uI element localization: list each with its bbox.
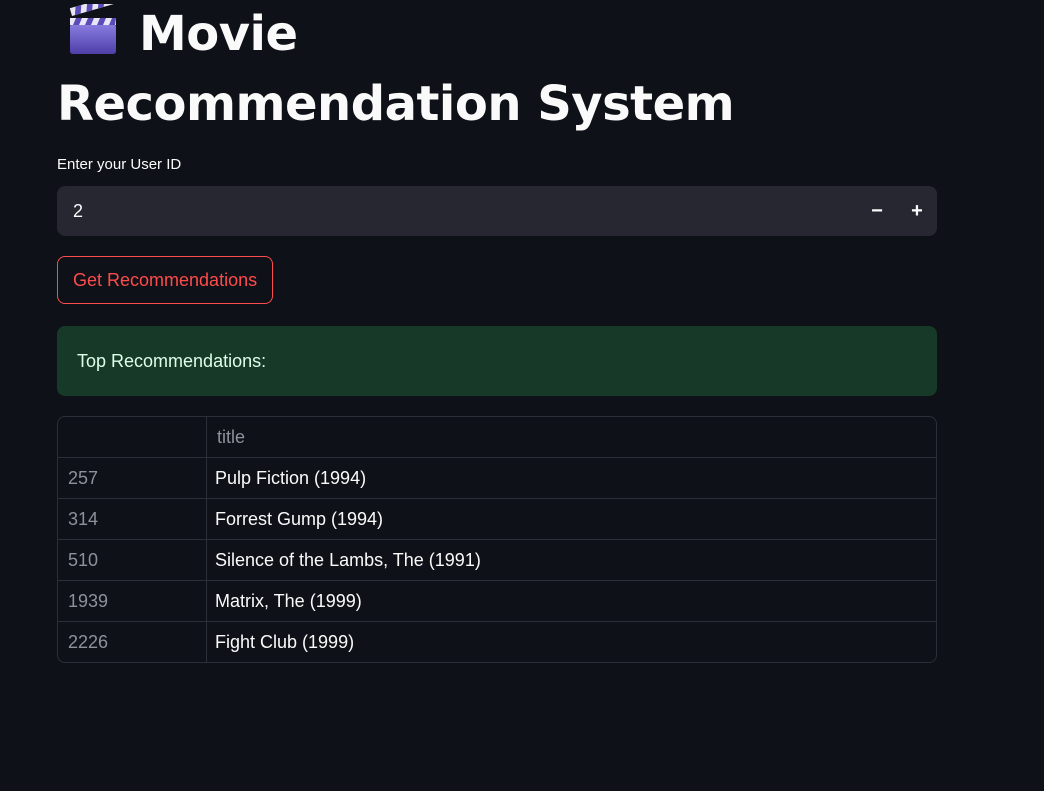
main-content: Movie Recommendation System Enter your U…: [57, 0, 937, 663]
page-title-text: Movie Recommendation System: [57, 6, 735, 132]
table-row: 314 Forrest Gump (1994): [58, 498, 936, 540]
movie-title[interactable]: Pulp Fiction (1994): [206, 457, 936, 499]
increment-button[interactable]: +: [897, 186, 937, 236]
clapper-board-icon: [67, 0, 119, 72]
table-row: 1939 Matrix, The (1999): [58, 580, 936, 622]
table-row: 2226 Fight Club (1999): [58, 621, 937, 663]
movie-title[interactable]: Fight Club (1999): [207, 622, 937, 663]
user-id-field[interactable]: [57, 199, 857, 223]
row-index: 314: [58, 498, 207, 540]
row-index: 1939: [58, 580, 207, 622]
success-alert: Top Recommendations:: [57, 326, 937, 396]
row-index: 510: [58, 539, 207, 581]
success-message: Top Recommendations:: [77, 350, 267, 371]
user-id-label: Enter your User ID: [57, 156, 182, 173]
get-recommendations-button[interactable]: Get Recommendations: [57, 256, 274, 304]
plus-icon: +: [911, 199, 923, 222]
row-index: 2226: [58, 621, 207, 662]
movie-title[interactable]: Matrix, The (1999): [206, 580, 936, 622]
decrement-button[interactable]: −: [857, 186, 897, 236]
user-id-number-input: − +: [57, 186, 937, 236]
movie-title[interactable]: Silence of the Lambs, The (1991): [206, 539, 936, 581]
movie-title[interactable]: Forrest Gump (1994): [206, 498, 936, 540]
page-title: Movie Recommendation System: [57, 0, 777, 136]
row-index: 257: [58, 457, 207, 499]
index-column-header: [58, 417, 207, 458]
table-row: 257 Pulp Fiction (1994): [58, 457, 936, 499]
recommendations-table[interactable]: title 257 Pulp Fiction (1994) 314 Forres…: [57, 416, 937, 663]
title-column-header[interactable]: title: [206, 417, 936, 458]
minus-icon: −: [871, 199, 883, 222]
table-header-row: title: [58, 417, 936, 458]
table-row: 510 Silence of the Lambs, The (1991): [58, 539, 936, 581]
